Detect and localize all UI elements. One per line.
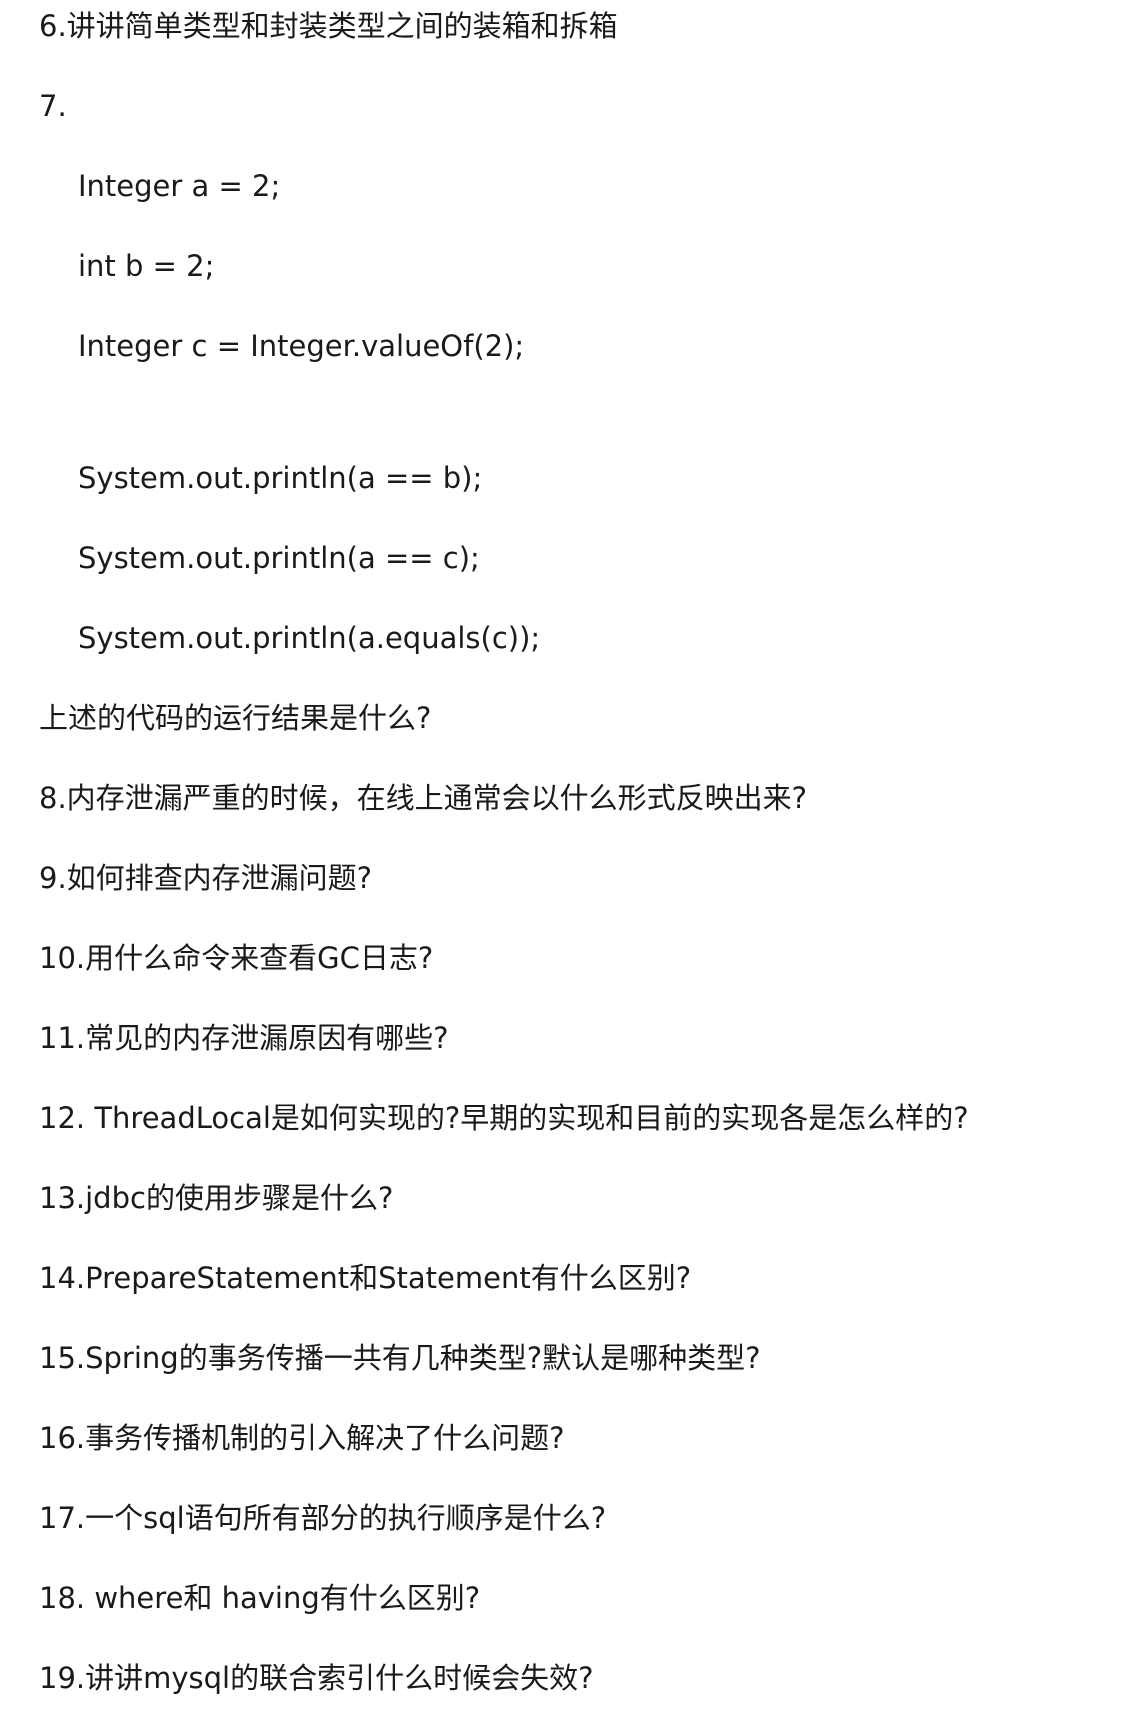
question-17: 17.一个sql语句所有部分的执行顺序是什么? [39, 1501, 607, 1535]
code-line: Integer c = Integer.valueOf(2); [78, 329, 525, 363]
document-page: 6.讲讲简单类型和封装类型之间的装箱和拆箱 7. Integer a = 2; … [0, 0, 1142, 1714]
question-12: 12. ThreadLocal是如何实现的?早期的实现和目前的实现各是怎么样的? [39, 1101, 969, 1135]
question-15: 15.Spring的事务传播一共有几种类型?默认是哪种类型? [39, 1341, 761, 1375]
code-line: Integer a = 2; [78, 169, 281, 203]
code-line: System.out.println(a.equals(c)); [78, 621, 541, 655]
question-19: 19.讲讲mysql的联合索引什么时候会失效? [39, 1661, 594, 1695]
question-7-prompt: 上述的代码的运行结果是什么? [39, 701, 432, 735]
code-line: System.out.println(a == b); [78, 461, 483, 495]
question-9: 9.如何排查内存泄漏问题? [39, 861, 373, 895]
question-7-label: 7. [39, 89, 67, 123]
question-16: 16.事务传播机制的引入解决了什么问题? [39, 1421, 565, 1455]
question-10: 10.用什么命令来查看GC日志? [39, 941, 434, 975]
question-14: 14.PrepareStatement和Statement有什么区别? [39, 1261, 692, 1295]
code-line: int b = 2; [78, 249, 215, 283]
question-11: 11.常见的内存泄漏原因有哪些? [39, 1021, 449, 1055]
code-line: System.out.println(a == c); [78, 541, 480, 575]
question-8: 8.内存泄漏严重的时候，在线上通常会以什么形式反映出来? [39, 781, 808, 815]
question-18: 18. where和 having有什么区别? [39, 1581, 481, 1615]
question-13: 13.jdbc的使用步骤是什么? [39, 1181, 394, 1215]
question-6: 6.讲讲简单类型和封装类型之间的装箱和拆箱 [39, 9, 618, 43]
